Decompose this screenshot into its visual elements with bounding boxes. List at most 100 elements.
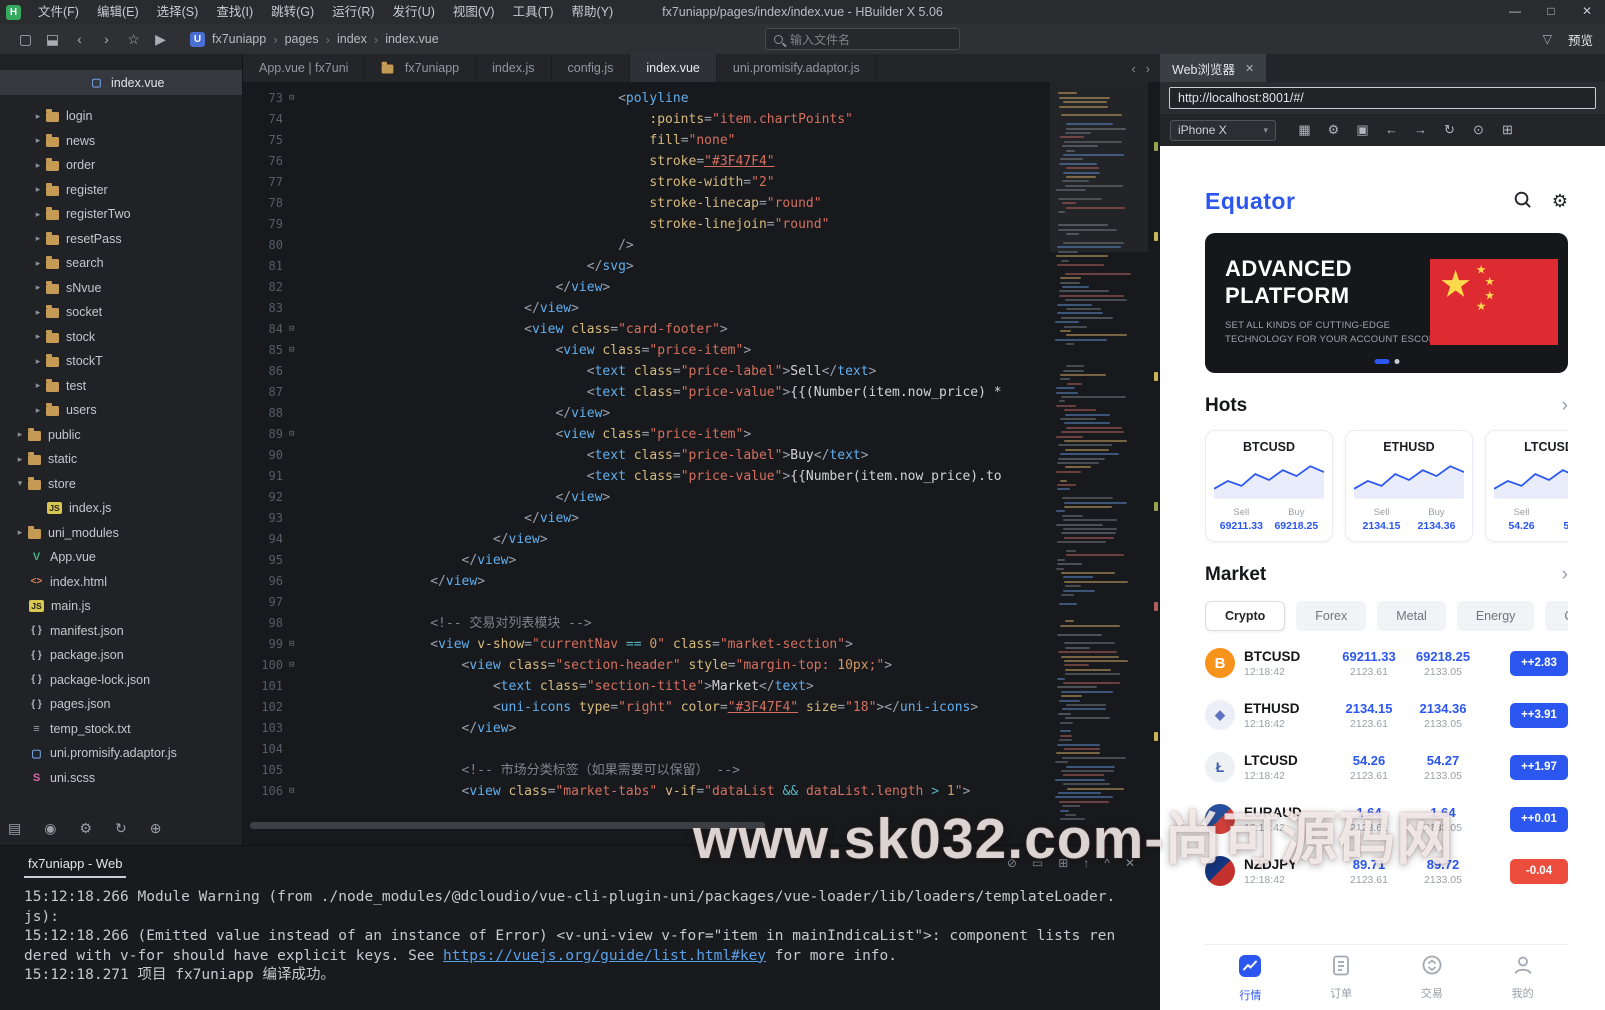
tab-scroll-left-icon[interactable]: ‹ — [1131, 61, 1135, 76]
tree-item-login[interactable]: ▸login — [0, 104, 242, 129]
menu-item[interactable]: 运行(R) — [323, 0, 383, 24]
search-icon[interactable] — [1513, 190, 1532, 214]
tree-item-temp_stock.txt[interactable]: ≡temp_stock.txt — [0, 717, 242, 742]
record-icon[interactable]: ◉ — [44, 820, 56, 837]
fold-marker-icon[interactable]: ⊟ — [289, 634, 301, 655]
nav-item-我的[interactable]: 我的 — [1477, 945, 1568, 1010]
fold-marker-icon[interactable]: ⊟ — [289, 340, 301, 361]
fold-marker-icon[interactable]: ⊟ — [289, 781, 301, 802]
menu-item[interactable]: 跳转(G) — [262, 0, 323, 24]
buy-quote[interactable]: Buy54.27 — [1563, 507, 1568, 532]
sell-quote[interactable]: Sell2134.15 — [1363, 507, 1401, 532]
menu-item[interactable]: 编辑(E) — [88, 0, 148, 24]
hot-card-ETHUSD[interactable]: ETHUSDSell2134.15Buy2134.36 — [1345, 430, 1473, 542]
responsive-icon[interactable]: ▦ — [1290, 122, 1319, 138]
tab-config.js[interactable]: config.js — [552, 54, 631, 82]
tree-item-main.js[interactable]: JSmain.js — [0, 594, 242, 619]
tree-item-package.json[interactable]: { }package.json — [0, 643, 242, 668]
category-tab-Forex[interactable]: Forex — [1296, 601, 1366, 631]
tree-item-index.js[interactable]: JSindex.js — [0, 496, 242, 521]
screenshot-icon[interactable]: ▣ — [1348, 122, 1377, 138]
tree-item-uni.scss[interactable]: Suni.scss — [0, 766, 242, 791]
close-button[interactable]: ✕ — [1569, 0, 1605, 24]
change-badge[interactable]: ++1.97 — [1510, 755, 1568, 780]
tab-index.vue[interactable]: index.vue — [630, 54, 717, 82]
new-file-icon[interactable]: ▢ — [12, 31, 39, 48]
close-icon[interactable]: ✕ — [1245, 62, 1254, 75]
close-console-icon[interactable]: ✕ — [1125, 856, 1135, 870]
change-badge[interactable]: ++2.83 — [1510, 651, 1568, 676]
tree-item-uni_modules[interactable]: ▸uni_modules — [0, 521, 242, 546]
market-row-NZDJPY[interactable]: NZDJPY12:18:4289.712123.6189.722133.05-0… — [1205, 845, 1568, 897]
menu-item[interactable]: 选择(S) — [148, 0, 208, 24]
tree-item-store[interactable]: ▾store — [0, 472, 242, 497]
file-search-box[interactable]: 输入文件名 — [765, 28, 960, 50]
fold-marker-icon[interactable]: ⊟ — [289, 655, 301, 676]
category-tab-CFD[interactable]: CFD — [1545, 601, 1568, 631]
market-row-BTCUSD[interactable]: BBTCUSD12:18:4269211.332123.6169218.2521… — [1205, 637, 1568, 689]
tree-item-index.html[interactable]: <>index.html — [0, 570, 242, 595]
tree-item-package-lock.json[interactable]: { }package-lock.json — [0, 668, 242, 693]
collapse-icon[interactable]: ^ — [1104, 856, 1110, 870]
url-input[interactable] — [1169, 87, 1596, 109]
panel-icon[interactable]: ▭ — [1032, 856, 1043, 870]
settings-icon[interactable]: ⚙ — [79, 820, 92, 837]
tab-fx7uniapp[interactable]: fx7uniapp — [365, 54, 476, 82]
category-tab-Metal[interactable]: Metal — [1377, 601, 1446, 631]
tree-item-sNvue[interactable]: ▸sNvue — [0, 276, 242, 301]
code-editor[interactable]: 73⊟ <polyline74 :points="item.chartPoint… — [243, 82, 1050, 845]
forward-icon[interactable]: › — [93, 31, 120, 48]
tree-item-stock[interactable]: ▸stock — [0, 325, 242, 350]
breadcrumb-item[interactable]: index — [337, 32, 367, 46]
tree-item-test[interactable]: ▸test — [0, 374, 242, 399]
nav-item-行情[interactable]: 行情 — [1205, 945, 1296, 1010]
maximize-button[interactable]: □ — [1533, 0, 1569, 24]
forward-icon[interactable]: → — [1406, 122, 1435, 138]
promo-banner[interactable]: ADVANCED PLATFORM SET ALL KINDS OF CUTTI… — [1205, 233, 1568, 373]
breadcrumb-item[interactable]: pages — [285, 32, 319, 46]
menu-item[interactable]: 视图(V) — [444, 0, 504, 24]
nav-item-交易[interactable]: 交易 — [1387, 945, 1478, 1010]
lock-icon[interactable]: ⊙ — [1464, 122, 1493, 138]
web-browser-tab[interactable]: Web浏览器 ✕ — [1160, 54, 1266, 82]
nav-item-订单[interactable]: 订单 — [1296, 945, 1387, 1010]
tree-item-uni.promisify.adaptor.js[interactable]: ▢uni.promisify.adaptor.js — [0, 741, 242, 766]
refresh-icon[interactable]: ↻ — [1435, 122, 1464, 138]
hot-card-BTCUSD[interactable]: BTCUSDSell69211.33Buy69218.25 — [1205, 430, 1333, 542]
filter-icon[interactable]: ▽ — [1543, 32, 1552, 46]
console-link[interactable]: https://vuejs.org/guide/list.html#key — [443, 948, 766, 964]
project-files-icon[interactable]: ▤ — [8, 820, 21, 837]
chevron-right-icon[interactable]: › — [1562, 564, 1568, 586]
fold-marker-icon[interactable]: ⊟ — [289, 319, 301, 340]
market-row-ETHUSD[interactable]: ◆ETHUSD12:18:422134.152123.612134.362133… — [1205, 689, 1568, 741]
minimap[interactable] — [1050, 82, 1160, 845]
gear-icon[interactable]: ⚙ — [1552, 191, 1568, 212]
run-icon[interactable]: ▶ — [147, 31, 174, 48]
tree-item-registerTwo[interactable]: ▸registerTwo — [0, 202, 242, 227]
tree-item-pages.json[interactable]: { }pages.json — [0, 692, 242, 717]
back-icon[interactable]: ← — [1377, 122, 1406, 138]
market-row-EURAUD[interactable]: EURAUD12:18:421.642123.611.642133.05++0.… — [1205, 793, 1568, 845]
change-badge[interactable]: ++0.01 — [1510, 807, 1568, 832]
tree-item-stockT[interactable]: ▸stockT — [0, 349, 242, 374]
gear-icon[interactable]: ⚙ — [1319, 122, 1348, 138]
tab-uni.promisify.adaptor.js[interactable]: uni.promisify.adaptor.js — [717, 54, 877, 82]
console-tab[interactable]: fx7uniapp - Web — [24, 852, 126, 878]
grid-icon[interactable]: ⊞ — [1058, 856, 1068, 870]
preview-button[interactable]: 预览 — [1568, 30, 1593, 49]
category-tab-Crypto[interactable]: Crypto — [1205, 601, 1285, 631]
back-icon[interactable]: ‹ — [66, 31, 93, 48]
menu-item[interactable]: 帮助(Y) — [563, 0, 623, 24]
change-badge[interactable]: -0.04 — [1510, 859, 1568, 884]
chevron-right-icon[interactable]: › — [1562, 395, 1568, 417]
tab-App.vue-fx7uni[interactable]: App.vue | fx7uni — [243, 54, 365, 82]
market-row-LTCUSD[interactable]: ŁLTCUSD12:18:4254.262123.6154.272133.05+… — [1205, 741, 1568, 793]
tab-scroll-right-icon[interactable]: › — [1146, 61, 1150, 76]
favorite-icon[interactable]: ☆ — [120, 31, 147, 48]
change-badge[interactable]: ++3.91 — [1510, 703, 1568, 728]
hot-card-LTCUSD[interactable]: LTCUSDSell54.26Buy54.27 — [1485, 430, 1568, 542]
breadcrumb-item[interactable]: index.vue — [385, 32, 439, 46]
menu-item[interactable]: 查找(I) — [207, 0, 262, 24]
refresh-icon[interactable]: ↻ — [115, 820, 127, 837]
tree-item-manifest.json[interactable]: { }manifest.json — [0, 619, 242, 644]
